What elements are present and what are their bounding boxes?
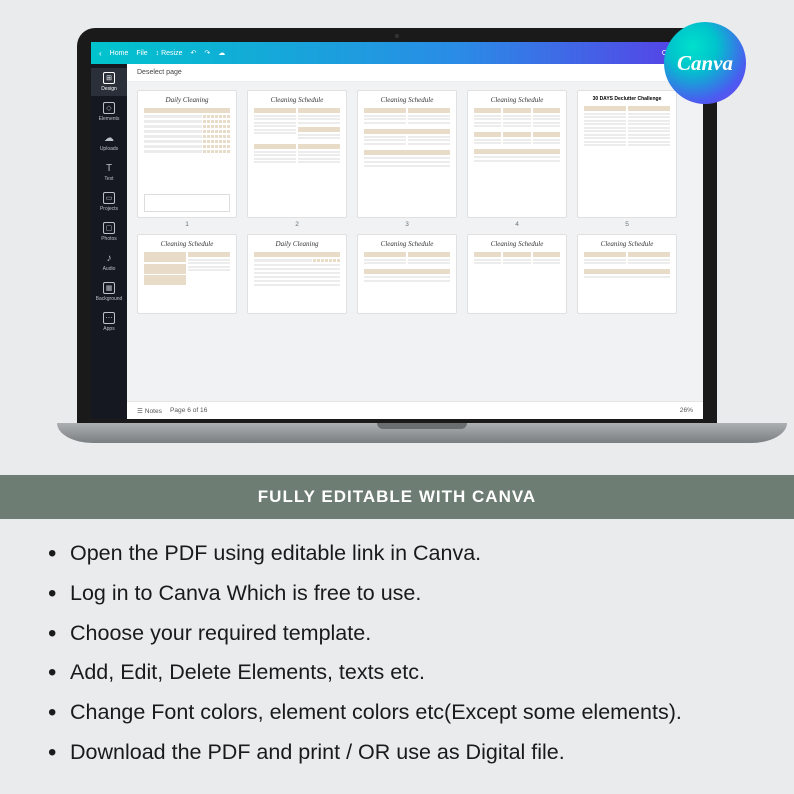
instruction-item: Download the PDF and print / OR use as D… (44, 733, 764, 773)
sidebar-item-apps[interactable]: ⋯Apps (91, 308, 127, 336)
pages-grid-view[interactable]: Daily Cleaning (127, 82, 703, 401)
canva-app: ‹ Home File ↕ Resize ↶ ↷ ☁ Cleaning s ⊞D… (91, 42, 703, 419)
sidebar-item-design[interactable]: ⊞Design (91, 68, 127, 96)
canvas-toolbar: Deselect page (127, 64, 703, 82)
back-icon[interactable]: ‹ (99, 49, 102, 58)
page-thumbnail[interactable]: Daily Cleaning (137, 90, 237, 228)
page-thumbnail[interactable]: Cleaning Schedule 3 (357, 90, 457, 228)
status-bar: ☰ Notes Page 6 of 16 26% (127, 401, 703, 419)
instruction-item: Choose your required template. (44, 614, 764, 654)
page-thumbnail[interactable]: Cleaning Schedule (577, 234, 677, 314)
sidebar-item-photos[interactable]: ▢Photos (91, 218, 127, 246)
sidebar-item-uploads[interactable]: ☁Uploads (91, 128, 127, 156)
page-indicator[interactable]: Page 6 of 16 (170, 407, 207, 414)
instructions-list: Open the PDF using editable link in Canv… (44, 534, 764, 773)
canvas-area: Deselect page Daily Cleaning (127, 64, 703, 419)
sidebar-item-projects[interactable]: ▭Projects (91, 188, 127, 216)
cloud-sync-icon[interactable]: ☁ (218, 49, 225, 57)
instruction-item: Open the PDF using editable link in Canv… (44, 534, 764, 574)
file-menu[interactable]: File (136, 50, 147, 57)
page-thumbnail[interactable]: Cleaning Schedule (467, 234, 567, 314)
undo-icon[interactable]: ↶ (191, 49, 197, 57)
camera-notch (395, 34, 399, 38)
instruction-item: Change Font colors, element colors etc(E… (44, 693, 764, 733)
instruction-item: Log in to Canva Which is free to use. (44, 574, 764, 614)
laptop-base (57, 423, 787, 443)
sidebar-item-text[interactable]: TText (91, 158, 127, 186)
tool-sidebar: ⊞Design ◇Elements ☁Uploads TText ▭Projec… (91, 64, 127, 419)
notes-toggle[interactable]: ☰ Notes (137, 407, 162, 415)
page-thumbnail[interactable]: Daily Cleaning (247, 234, 347, 314)
laptop-mockup: ‹ Home File ↕ Resize ↶ ↷ ☁ Cleaning s ⊞D… (57, 28, 737, 443)
sidebar-item-elements[interactable]: ◇Elements (91, 98, 127, 126)
page-thumbnail[interactable]: Cleaning Schedule (357, 234, 457, 314)
deselect-page-button[interactable]: Deselect page (137, 69, 182, 76)
sidebar-item-audio[interactable]: ♪Audio (91, 248, 127, 276)
redo-icon[interactable]: ↷ (204, 49, 210, 57)
page-thumbnail[interactable]: Cleaning Schedule (137, 234, 237, 314)
resize-menu[interactable]: ↕ Resize (156, 50, 183, 57)
info-banner: FULLY EDITABLE WITH CANVA (0, 475, 794, 519)
laptop-screen: ‹ Home File ↕ Resize ↶ ↷ ☁ Cleaning s ⊞D… (77, 28, 717, 423)
page-thumbnail[interactable]: 30 DAYS Declutter Challenge 5 (577, 90, 677, 228)
app-topbar: ‹ Home File ↕ Resize ↶ ↷ ☁ Cleaning s (91, 42, 703, 64)
instruction-item: Add, Edit, Delete Elements, texts etc. (44, 653, 764, 693)
page-thumbnail[interactable]: Cleaning Schedule 4 (467, 90, 567, 228)
page-thumbnail[interactable]: Cleaning Schedule (247, 90, 347, 228)
canva-logo-badge: Canva (664, 22, 746, 104)
sidebar-item-background[interactable]: ▦Background (91, 278, 127, 306)
home-link[interactable]: Home (110, 50, 129, 57)
zoom-level[interactable]: 26% (680, 407, 693, 414)
